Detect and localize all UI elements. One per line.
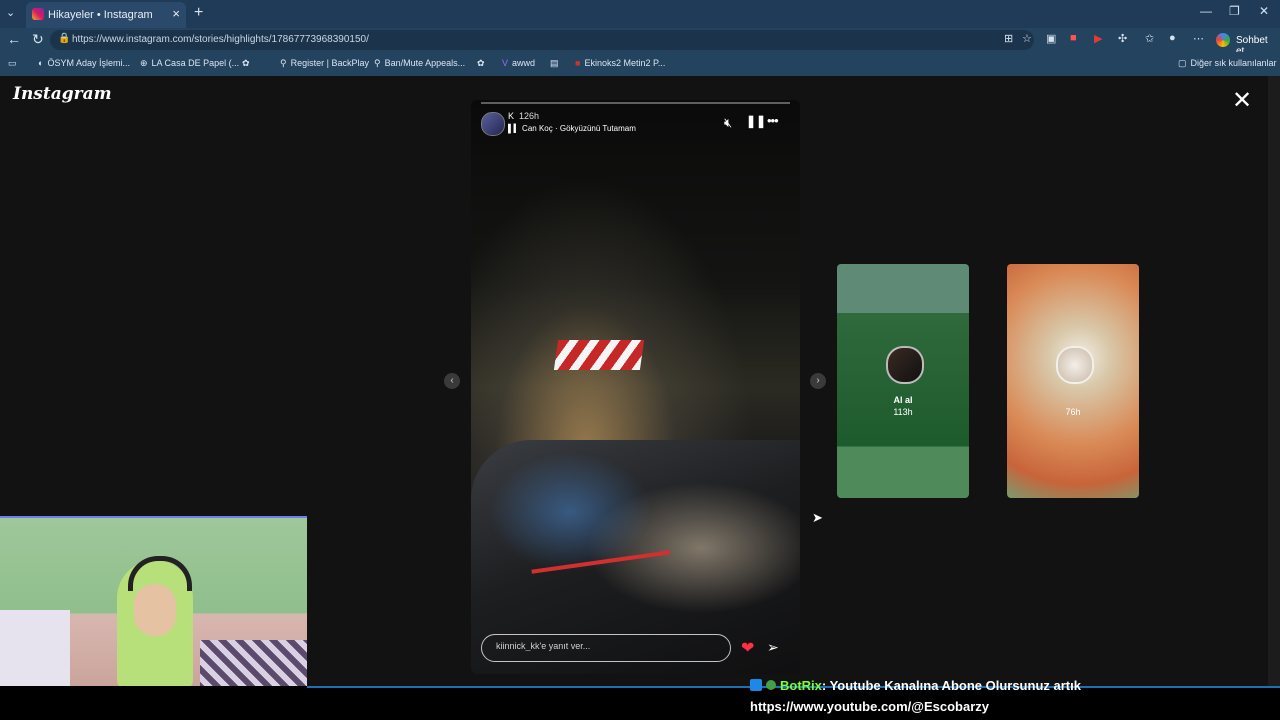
copilot-icon	[1216, 33, 1230, 47]
webcam-bed	[0, 610, 70, 690]
road-chevron-sign	[553, 340, 645, 370]
browser-tab-bar	[0, 0, 1280, 28]
reply-input[interactable]	[494, 640, 718, 652]
chat-user: BotRix	[780, 678, 822, 693]
instagram-favicon-icon	[32, 8, 44, 20]
bot-icon	[750, 679, 762, 691]
webcam-face	[134, 584, 176, 636]
ekinoks-icon: ■	[575, 58, 581, 68]
bookmark-openai-2[interactable]: ✿	[477, 58, 489, 69]
pause-icon[interactable]: ❚❚	[746, 114, 766, 128]
reply-box[interactable]	[481, 634, 731, 662]
preview-name: Al al	[893, 395, 913, 405]
profile-icon[interactable]: ●	[1169, 32, 1176, 44]
new-tab-icon[interactable]: +	[194, 4, 203, 22]
openai-icon: ✿	[242, 58, 250, 68]
tab-list-icon[interactable]: ⌄	[6, 6, 15, 19]
chevron-right-icon[interactable]: ›	[810, 373, 826, 389]
extension-icon[interactable]: ▣	[1046, 32, 1056, 45]
bookmark-page[interactable]: ▤	[550, 58, 563, 69]
close-icon[interactable]: ✕	[1232, 86, 1252, 115]
stream-chat-message: BotRix: Youtube Kanalına Abone Olursunuz…	[750, 678, 1081, 693]
preview-time: 113h	[893, 407, 913, 417]
tab-instagram[interactable]: Hikayeler • Instagram ×	[26, 2, 186, 28]
page-icon: ▤	[550, 58, 559, 68]
osym-icon: ◐	[38, 58, 44, 68]
site-info-icon[interactable]: 🔒	[58, 33, 70, 44]
page-scrollbar[interactable]	[1268, 76, 1280, 686]
v-logo-icon: V	[502, 58, 509, 68]
bookmark-ekinoks[interactable]: ■ Ekinoks2 Metin2 P...	[575, 58, 665, 68]
copilot-chat-button[interactable]: Sohbet et	[1214, 30, 1274, 57]
bookmark-openai[interactable]: ✿	[242, 58, 254, 69]
backplay-icon: ⚲	[280, 58, 287, 68]
heart-icon[interactable]: ❤	[741, 638, 754, 658]
back-icon[interactable]: ←	[7, 31, 21, 47]
send-icon[interactable]: ➢	[767, 639, 779, 656]
chat-text: : Youtube Kanalına Abone Olursunuz artık	[821, 678, 1081, 693]
mouse-cursor-icon: ➤	[812, 510, 823, 525]
bookmark-awwd[interactable]: Vawwd	[502, 58, 535, 68]
story-music[interactable]: ▌▍ Can Koç · Gökyüzünü Tutamam	[508, 124, 636, 133]
mute-icon[interactable]: 🔇︎	[724, 115, 732, 131]
music-icon: ▌▍	[508, 124, 523, 133]
stream-bottom-bar	[0, 686, 1280, 720]
minimize-icon[interactable]: —	[1200, 4, 1212, 18]
youtube-extension-icon[interactable]: ▶	[1094, 32, 1102, 45]
verified-icon	[766, 680, 776, 690]
stream-chat-url: https://www.youtube.com/@Escobarzy	[750, 699, 990, 714]
preview-avatar	[1056, 346, 1094, 384]
webcam-blanket	[200, 640, 307, 690]
tab-close-icon[interactable]: ×	[172, 6, 180, 21]
url-text: https://www.instagram.com/stories/highli…	[72, 34, 369, 45]
story-media[interactable]	[471, 100, 800, 674]
preview-time: 76h	[1065, 407, 1081, 417]
preview-avatar	[886, 346, 924, 384]
story-avatar[interactable]	[481, 112, 505, 136]
more-icon[interactable]: •••	[767, 113, 779, 128]
bookmark-lacasa[interactable]: ⊕ LA Casa DE Papel (...	[140, 58, 239, 69]
favorite-star-icon[interactable]: ☆	[1022, 32, 1032, 45]
refresh-icon[interactable]: ↻	[32, 31, 44, 48]
globe-icon: ⊕	[140, 58, 148, 68]
bookmark-backplay[interactable]: ⚲ Register | BackPlay	[280, 58, 369, 69]
window-close-icon[interactable]: ✕	[1259, 4, 1269, 18]
extension-red-icon[interactable]: ■	[1070, 32, 1077, 44]
folder-icon: ▢	[1178, 58, 1187, 68]
story-time: 126h	[519, 111, 540, 121]
bookmark-osym[interactable]: ◐ ÖSYM Aday İşlemi...	[38, 58, 130, 68]
banmute-icon: ⚲	[374, 58, 381, 68]
extensions-puzzle-icon[interactable]: ✣	[1118, 32, 1127, 45]
address-bar[interactable]: 🔒 https://www.instagram.com/stories/high…	[50, 30, 1034, 50]
restore-icon[interactable]: ❐	[1229, 4, 1240, 18]
other-bookmarks[interactable]: ▢ Diğer sık kullanılanlar	[1178, 58, 1277, 69]
chevron-left-icon[interactable]: ‹	[444, 373, 460, 389]
settings-more-icon[interactable]: ⋯	[1193, 32, 1204, 45]
story-progress-bar	[481, 102, 790, 104]
tab-title: Hikayeler • Instagram	[48, 9, 153, 21]
bookmark-banmute[interactable]: ⚲ Ban/Mute Appeals...	[374, 58, 465, 69]
bookmarks-toggle-icon[interactable]: ▭	[8, 58, 17, 69]
split-screen-icon[interactable]: ⊞	[1004, 32, 1013, 45]
favorites-icon[interactable]: ✩	[1145, 32, 1154, 45]
openai-icon: ✿	[477, 58, 485, 68]
story-username[interactable]: K	[508, 111, 514, 121]
instagram-logo[interactable]: Instagram	[13, 84, 112, 104]
